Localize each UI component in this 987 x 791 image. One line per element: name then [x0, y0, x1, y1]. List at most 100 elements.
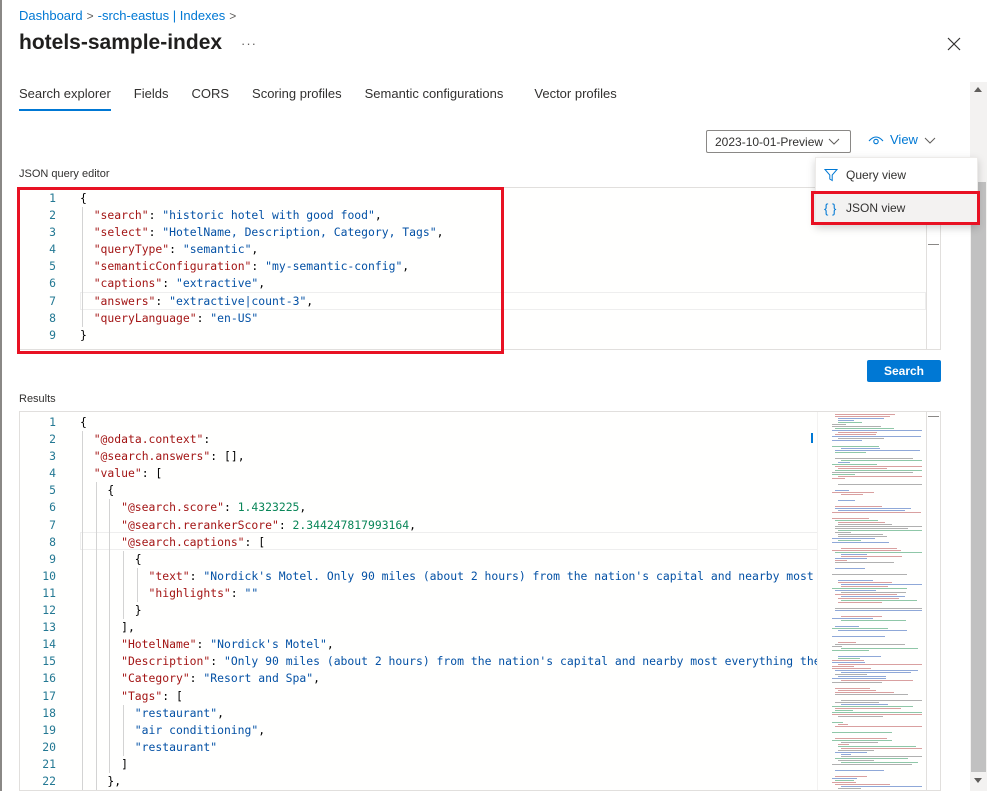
results-minimap[interactable]	[817, 412, 927, 790]
more-options-button[interactable]: ···	[241, 36, 257, 51]
indent-guide	[95, 738, 97, 756]
tab-cors[interactable]: CORS	[191, 86, 229, 111]
results-scrollbar[interactable]	[926, 412, 940, 790]
breadcrumb-indexes[interactable]: -srch-eastus | Indexes	[98, 8, 226, 23]
line-number: 4	[49, 466, 56, 481]
tab-search-explorer[interactable]: Search explorer	[19, 86, 111, 111]
indent-guide	[82, 482, 83, 500]
minimap-line	[841, 556, 902, 557]
tab-semantic-configurations[interactable]: Semantic configurations	[365, 86, 504, 111]
line-number: 20	[42, 739, 56, 754]
minimap-line	[835, 526, 922, 527]
code-text: "@search.rerankerScore": 2.3442478179931…	[121, 517, 416, 532]
minimap-line	[835, 610, 922, 611]
minimap-line	[841, 596, 905, 597]
minimap-line	[841, 742, 878, 743]
indent-guide	[95, 482, 97, 500]
minimap-line	[841, 600, 917, 601]
line-number: 19	[42, 722, 56, 737]
minimap-line	[835, 450, 920, 451]
results-viewer[interactable]: 1 {2 "@odata.context": 3 "@search.answers": …	[19, 411, 941, 791]
minimap-line	[832, 426, 881, 427]
view-label: View	[890, 132, 918, 147]
minimap-line	[838, 716, 883, 717]
indent-guide	[95, 584, 97, 603]
minimap-line	[832, 706, 913, 707]
code-text: "select": "HotelName, Description, Categ…	[93, 225, 444, 240]
eye-icon	[868, 135, 884, 144]
indent-guide	[82, 207, 83, 225]
editor-scroll-marker	[928, 244, 939, 245]
minimap-line	[841, 584, 922, 585]
view-button[interactable]: View	[868, 132, 936, 147]
indent-guide	[82, 241, 83, 259]
indent-guide	[109, 636, 111, 654]
page-scrollbar-thumb[interactable]	[971, 182, 986, 772]
page-title: hotels-sample-index	[19, 31, 223, 54]
indent-guide	[82, 258, 83, 276]
minimap-line	[832, 474, 855, 475]
tab-fields[interactable]: Fields	[134, 86, 169, 111]
minimap-line	[832, 646, 842, 647]
breadcrumb-separator: >	[229, 8, 237, 23]
indent-guide	[123, 721, 125, 739]
breadcrumb-dashboard[interactable]: Dashboard	[19, 8, 83, 23]
minimap-line	[838, 462, 850, 463]
indent-guide	[123, 704, 125, 722]
indent-guide	[82, 550, 83, 568]
indent-guide	[95, 704, 97, 722]
minimap-line	[838, 476, 922, 477]
minimap-line	[835, 552, 922, 553]
indent-guide	[109, 704, 111, 722]
json-query-editor[interactable]: 1 {2 "search": "historic hotel with good f…	[19, 187, 941, 350]
minimap-line	[835, 644, 905, 645]
minimap-line	[835, 726, 922, 727]
minimap-line	[841, 756, 922, 757]
minimap-line	[838, 536, 887, 537]
minimap-line	[838, 418, 884, 419]
minimap-line	[832, 660, 864, 661]
code-text: {	[80, 415, 87, 429]
line-number: 8	[49, 310, 56, 325]
indent-guide	[123, 584, 125, 603]
code-text: "text": "Nordick's Motel. Only 90 miles …	[148, 568, 814, 583]
minimap-line	[832, 782, 856, 783]
close-icon	[947, 37, 961, 51]
search-button[interactable]: Search	[867, 360, 941, 382]
minimap-line	[832, 628, 888, 629]
minimap-line	[835, 752, 867, 753]
minimap-line	[835, 780, 854, 781]
line-number: 12	[42, 603, 56, 618]
minimap-line	[841, 592, 906, 593]
indent-guide	[123, 738, 125, 756]
indent-guide	[82, 653, 83, 671]
minimap-line	[841, 460, 922, 461]
menu-item-query-view[interactable]: Query view	[816, 159, 977, 191]
minimap-line	[841, 754, 851, 755]
indent-guide	[95, 550, 97, 568]
indent-guide	[82, 636, 83, 654]
minimap-line	[835, 702, 879, 703]
close-button[interactable]	[944, 34, 964, 54]
tab-scoring-profiles[interactable]: Scoring profiles	[252, 86, 342, 111]
indent-guide	[95, 516, 97, 534]
menu-item-json-view[interactable]: { } JSON view	[816, 192, 977, 224]
code-text: "Tags": [	[121, 688, 183, 703]
api-version-dropdown[interactable]: 2023-10-01-Preview	[706, 130, 851, 153]
line-number: 18	[42, 705, 56, 720]
minimap-line	[838, 658, 860, 659]
minimap-line	[835, 694, 908, 695]
minimap-line	[832, 636, 885, 637]
minimap-line	[838, 664, 922, 665]
code-text: "semanticConfiguration": "my-semantic-co…	[93, 259, 410, 274]
minimap-line	[838, 422, 862, 423]
scroll-down-arrow-icon[interactable]	[974, 778, 982, 783]
line-number: 6	[49, 500, 56, 515]
minimap-line	[841, 494, 863, 495]
indent-guide	[109, 516, 111, 534]
scroll-up-arrow-icon[interactable]	[974, 87, 982, 92]
indent-guide	[82, 292, 83, 310]
indent-guide	[109, 602, 111, 620]
tab-vector-profiles[interactable]: Vector profiles	[534, 86, 616, 111]
minimap-line	[835, 590, 876, 591]
